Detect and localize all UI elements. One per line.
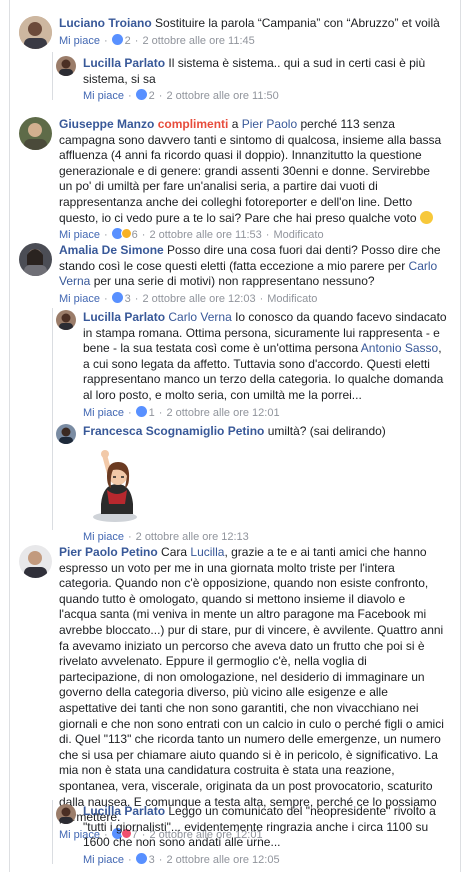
comment-text: a: [231, 117, 239, 131]
comment-text: per una serie di motivi) non rappresenta…: [93, 274, 375, 289]
like-button[interactable]: Mi piace: [59, 293, 100, 305]
avatar[interactable]: [19, 117, 52, 150]
reply: Lucilla Parlato Leggo un comunicato del …: [56, 804, 451, 868]
reply: Lucilla Parlato Carlo Verna Io conosco d…: [56, 310, 451, 421]
thread-line: [52, 800, 53, 864]
comment: Giuseppe Manzo complimenti a Pier Paolo …: [19, 117, 449, 243]
timestamp[interactable]: 2 ottobre alle ore 12:01: [166, 407, 279, 419]
reply: Lucilla Parlato Il sistema è sistema.. q…: [56, 56, 451, 104]
mention-link[interactable]: Carlo Verna: [168, 310, 231, 324]
like-button[interactable]: Mi piace: [59, 229, 100, 241]
avatar[interactable]: [56, 424, 76, 444]
edited-label[interactable]: Modificato: [273, 229, 323, 241]
comment-meta: Mi piace · 1 · 2 ottobre alle ore 12:01: [83, 405, 280, 419]
comment-text: Cara: [161, 545, 188, 559]
sticker: [83, 446, 448, 529]
thread-line: [52, 52, 53, 100]
author-name[interactable]: Lucilla Parlato: [83, 310, 165, 324]
avatar[interactable]: [56, 804, 76, 824]
timestamp[interactable]: 2 ottobre alle ore 12:13: [136, 531, 249, 543]
comment-meta: Mi piace · 3 · 2 ottobre alle ore 12:03 · Modi…: [59, 291, 318, 305]
comment-text: , grazie a te e ai tanti amici che hanno…: [59, 545, 444, 825]
like-button[interactable]: Mi piace: [83, 407, 124, 419]
comment-meta: Mi piace · 2 · 2 ottobre alle ore 11:45: [59, 33, 255, 47]
author-name[interactable]: Francesca Scognamiglio Petino: [83, 424, 264, 438]
like-reaction-icon: [135, 405, 147, 417]
author-name[interactable]: Lucilla Parlato: [83, 56, 165, 70]
complimenti-badge: complimenti: [157, 117, 229, 131]
timestamp[interactable]: 2 ottobre alle ore 12:03: [142, 293, 255, 305]
timestamp[interactable]: 2 ottobre alle ore 12:05: [166, 854, 279, 866]
reply: Francesca Scognamiglio Petino umiltà? (s…: [56, 424, 451, 545]
mention-link[interactable]: Lucilla: [190, 545, 224, 559]
like-button[interactable]: Mi piace: [83, 90, 124, 102]
mention-link[interactable]: Antonio Sasso: [361, 341, 438, 355]
comment-meta: Mi piace · 6 · 2 ottobre alle ore 11:53 · Modi…: [59, 228, 324, 242]
like-reaction-icon: [135, 852, 147, 864]
comment: Amalia De Simone Posso dire una cosa fuo…: [19, 243, 449, 307]
like-reaction-icon: [111, 291, 123, 303]
like-button[interactable]: Mi piace: [83, 531, 124, 543]
comment-meta: Mi piace · 3 · 2 ottobre alle ore 12:05: [83, 852, 280, 866]
comment-text: umiltà? (sai delirando): [267, 424, 386, 438]
author-name[interactable]: Pier Paolo Petino: [59, 545, 158, 559]
avatar[interactable]: [19, 545, 52, 578]
comment-text: Sostituire la parola “Campania” con “Abr…: [155, 16, 440, 30]
like-reaction-icon: [135, 89, 147, 101]
reaction-count[interactable]: 2: [149, 90, 155, 102]
timestamp[interactable]: 2 ottobre alle ore 11:45: [142, 35, 254, 47]
timestamp[interactable]: 2 ottobre alle ore 11:53: [149, 229, 261, 241]
avatar[interactable]: [56, 310, 76, 330]
reaction-count[interactable]: 3: [125, 293, 131, 305]
avatar[interactable]: [56, 56, 76, 76]
mention-link[interactable]: Pier Paolo: [242, 117, 297, 131]
comment: Pier Paolo Petino Cara Lucilla, grazie a…: [19, 545, 449, 843]
like-button[interactable]: Mi piace: [83, 854, 124, 866]
reaction-count[interactable]: 2: [125, 35, 131, 47]
comment-meta: Mi piace · 2 · 2 ottobre alle ore 11:50: [83, 89, 279, 103]
comment-meta: Mi piace · 2 ottobre alle ore 12:13: [83, 531, 249, 544]
edited-label[interactable]: Modificato: [267, 293, 317, 305]
reaction-count[interactable]: 3: [149, 854, 155, 866]
avatar[interactable]: [19, 243, 52, 276]
author-name[interactable]: Luciano Troiano: [59, 16, 152, 30]
author-name[interactable]: Giuseppe Manzo: [59, 117, 154, 131]
like-button[interactable]: Mi piace: [59, 35, 100, 47]
haha-reaction-icon: [120, 228, 132, 240]
smile-emoji-icon: [419, 210, 433, 224]
like-reaction-icon: [111, 33, 123, 45]
comments-panel: Luciano Troiano Sostituire la parola “Ca…: [0, 0, 470, 872]
thread-line: [52, 308, 53, 530]
reaction-count[interactable]: 6: [132, 229, 138, 241]
reaction-count[interactable]: 1: [149, 407, 155, 419]
timestamp[interactable]: 2 ottobre alle ore 11:50: [166, 90, 278, 102]
comment: Luciano Troiano Sostituire la parola “Ca…: [19, 16, 449, 49]
comment-text: perché 113 senza campagna sono davvero t…: [59, 117, 442, 225]
avatar[interactable]: [19, 16, 52, 49]
author-name[interactable]: Amalia De Simone: [59, 243, 164, 257]
author-name[interactable]: Lucilla Parlato: [83, 804, 165, 818]
